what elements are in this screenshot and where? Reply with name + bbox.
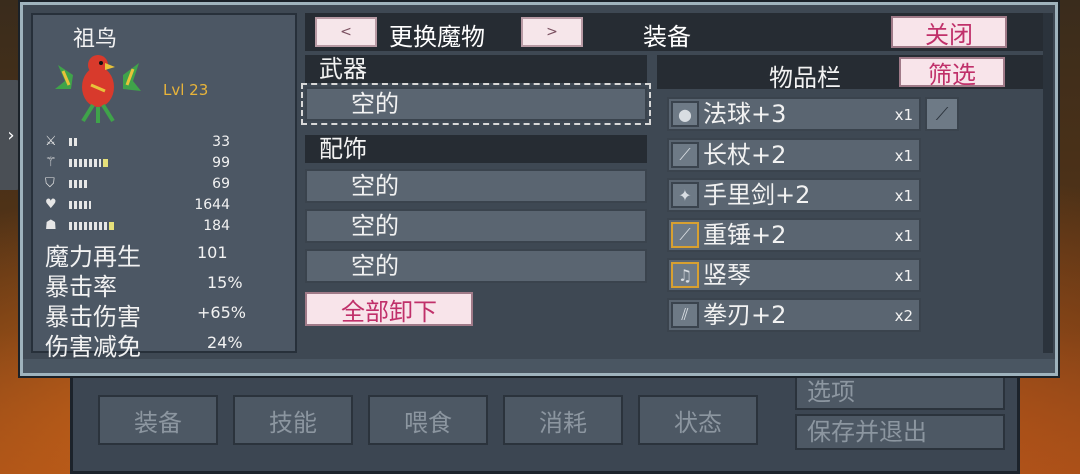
monster-sprite	[55, 55, 141, 123]
stat-bar	[69, 158, 101, 167]
attr-value: 101	[197, 243, 228, 262]
stat-bar	[69, 137, 79, 146]
bg-tab-status: 状态	[638, 395, 758, 445]
item-qty: x1	[894, 147, 913, 165]
inventory-item[interactable]: ♫ 竖琴 x1	[667, 258, 921, 292]
stat-bar	[69, 221, 107, 230]
stat-value: 184	[203, 217, 230, 234]
attr-value: +65%	[197, 303, 246, 322]
prev-monster-button[interactable]: <	[315, 17, 377, 47]
attr-label: 伤害减免	[45, 333, 141, 361]
item-name: 手里剑+2	[703, 181, 811, 209]
accessory-slot-3[interactable]: 空的	[305, 249, 647, 283]
inventory-header: 物品栏 筛选	[657, 55, 1047, 92]
item-qty: x1	[894, 187, 913, 205]
inventory-item[interactable]: ⫽ 拳刃+2 x2	[667, 298, 921, 332]
accessory-slot-2[interactable]: 空的	[305, 209, 647, 243]
monster-level: Lvl 23	[163, 81, 209, 99]
bg-tab-feed: 喂食	[368, 395, 488, 445]
stat-row-magic: ⚚ 99	[45, 154, 230, 171]
item-name: 竖琴	[703, 261, 751, 289]
mana-icon: ☗	[45, 217, 57, 233]
sword-icon: ⚔	[45, 133, 57, 149]
item-qty: x1	[894, 227, 913, 245]
top-bar: < 更换魔物 > 装备 关闭	[305, 13, 1047, 51]
window-title: 装备	[643, 23, 691, 51]
claw-icon: ⫽	[671, 302, 699, 328]
staff-icon: ⚚	[45, 154, 57, 170]
next-monster-button[interactable]: >	[521, 17, 583, 47]
shield-icon: ⛉	[45, 175, 55, 191]
heart-icon: ♥	[45, 196, 57, 212]
shuriken-icon: ✦	[671, 182, 699, 208]
change-monster-label: 更换魔物	[389, 23, 485, 51]
attr-mana-regen: 魔力再生 101	[45, 237, 285, 271]
side-expand-arrow-icon[interactable]: ›	[0, 80, 22, 190]
unequip-all-button[interactable]: 全部卸下	[305, 292, 473, 326]
stat-row-mana: ☗ 184	[45, 217, 230, 234]
weapon-header: 武器	[305, 55, 647, 83]
stat-value: 69	[212, 175, 230, 192]
inventory-item[interactable]: ⟋ 长杖+2 x1	[667, 138, 921, 172]
stat-bar	[69, 200, 91, 209]
bg-save-exit-button: 保存并退出	[795, 414, 1005, 450]
item-name: 重锤+2	[703, 221, 787, 249]
stat-value: 99	[212, 154, 230, 171]
hammer-icon: ⟋	[671, 222, 699, 248]
stat-bar-bonus	[109, 221, 114, 230]
inventory-scrollbar[interactable]	[1043, 13, 1053, 353]
stat-bar-bonus	[103, 158, 108, 167]
equipment-window: 祖鸟 Lvl 23 ⚔ 33 ⚚ 99 ⛉ 69 ♥ 1644 ☗ 184 魔力…	[20, 2, 1058, 376]
item-name: 拳刃+2	[703, 301, 787, 329]
stat-row-health: ♥ 1644	[45, 196, 230, 213]
attr-crit-damage: 暴击伤害 +65%	[45, 297, 285, 331]
stat-bar	[69, 179, 87, 188]
item-qty: x1	[894, 267, 913, 285]
weapon-slot[interactable]: 空的	[301, 83, 651, 125]
bg-options-button: 选项	[795, 374, 1005, 410]
attr-crit-rate: 暴击率 15%	[45, 267, 285, 301]
stat-row-defense: ⛉ 69	[45, 175, 230, 192]
close-button[interactable]: 关闭	[891, 16, 1007, 49]
item-name: 法球+3	[703, 100, 787, 128]
accessory-header: 配饰	[305, 135, 647, 163]
harp-icon: ♫	[671, 262, 699, 288]
attr-damage-reduction: 伤害减免 24%	[45, 327, 285, 361]
attr-value: 24%	[207, 333, 243, 352]
stat-value: 1644	[194, 196, 230, 213]
item-name: 长杖+2	[703, 141, 787, 169]
attr-value: 15%	[207, 273, 243, 292]
inventory-title: 物品栏	[769, 64, 841, 92]
inventory-item[interactable]: ⟋ 重锤+2 x1	[667, 218, 921, 252]
stat-value: 33	[212, 133, 230, 150]
orb-icon: ●	[671, 101, 699, 127]
item-qty: x2	[894, 307, 913, 325]
staff-icon: ⟋	[671, 142, 699, 168]
bg-tab-skills: 技能	[233, 395, 353, 445]
monster-panel: 祖鸟 Lvl 23 ⚔ 33 ⚚ 99 ⛉ 69 ♥ 1644 ☗ 184 魔力…	[31, 13, 297, 361]
inventory-item[interactable]: ● 法球+3 x1	[667, 97, 921, 131]
bg-tab-consume: 消耗	[503, 395, 623, 445]
inventory-item[interactable]: ✦ 手里剑+2 x1	[667, 178, 921, 212]
filter-button[interactable]: 筛选	[899, 57, 1005, 89]
staff-icon[interactable]: ⟋	[925, 97, 959, 131]
stat-row-attack: ⚔ 33	[45, 133, 230, 150]
item-qty: x1	[894, 106, 913, 124]
bg-tab-equip: 装备	[98, 395, 218, 445]
accessory-slot-1[interactable]: 空的	[305, 169, 647, 203]
